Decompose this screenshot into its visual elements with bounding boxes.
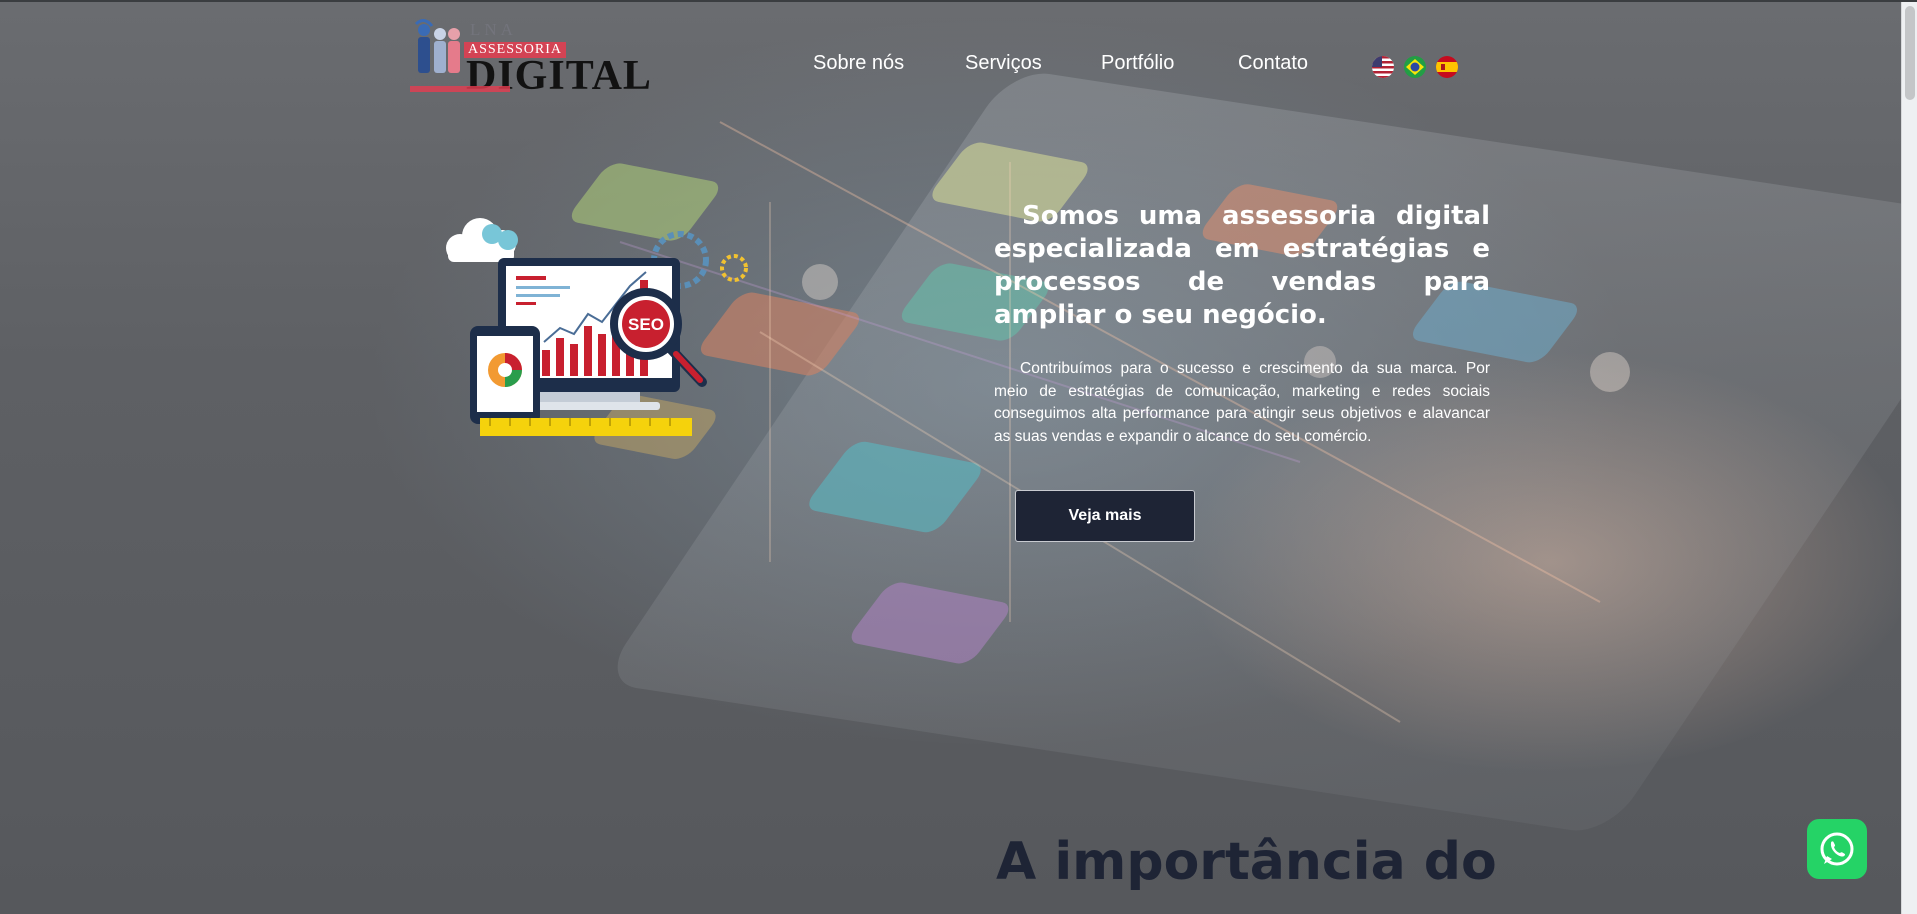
logo-top-text: LNA — [470, 20, 517, 39]
page-scrollbar[interactable] — [1901, 2, 1917, 914]
nav-item-sobre-nos[interactable]: Sobre nós — [813, 52, 904, 75]
us-flag-icon[interactable] — [1372, 56, 1394, 78]
scrollbar-thumb[interactable] — [1905, 6, 1915, 100]
site-logo[interactable]: LNA ASSESSORIA DIGITAL — [410, 18, 651, 99]
section-title-importancia: A importância do — [996, 832, 1497, 892]
brazil-flag-icon[interactable] — [1404, 56, 1426, 78]
nav-item-portfolio[interactable]: Portfólio — [1101, 52, 1174, 75]
hero-paragraph: Contribuímos para o sucesso e cresciment… — [994, 360, 1490, 445]
logo-underline — [410, 86, 510, 92]
veja-mais-button[interactable]: Veja mais — [1015, 490, 1195, 542]
seo-badge-text: SEO — [628, 315, 664, 334]
nav-item-contato[interactable]: Contato — [1238, 52, 1308, 75]
spain-flag-icon[interactable] — [1436, 56, 1458, 78]
whatsapp-icon[interactable] — [1807, 819, 1867, 879]
logo-people-icon — [414, 19, 460, 73]
nav-item-servicos[interactable]: Serviços — [965, 52, 1042, 75]
seo-illustration: SEO — [440, 210, 760, 450]
hero-headline: Somos uma assessoria digital especializa… — [994, 201, 1490, 330]
seo-analytics-icon: SEO — [446, 218, 748, 436]
hero-background — [0, 2, 1901, 914]
background-glow-lines — [619, 121, 1630, 723]
logo-main-text: DIGITAL — [466, 53, 652, 99]
